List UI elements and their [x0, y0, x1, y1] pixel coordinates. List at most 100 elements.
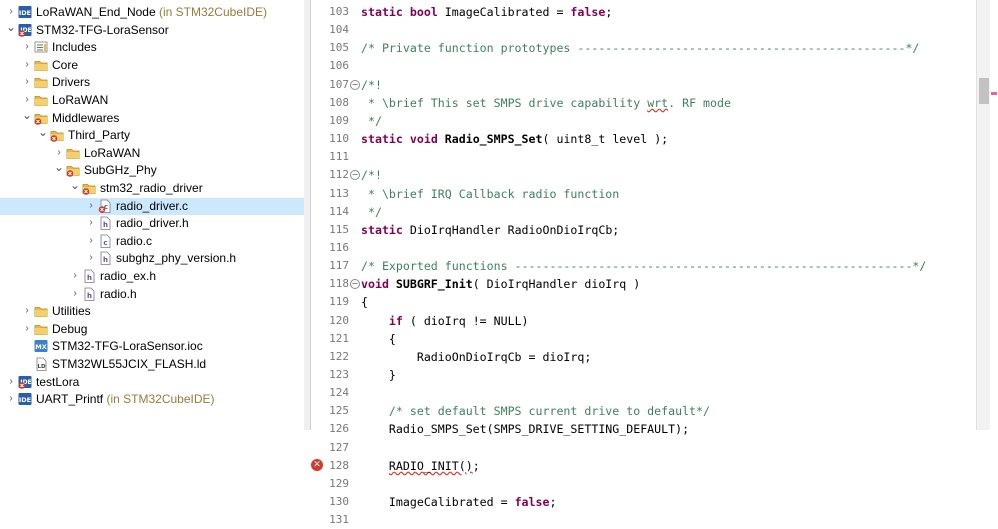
tree-item[interactable]: › Core — [0, 57, 304, 74]
code-token: . RF mode — [668, 95, 731, 110]
code-line[interactable]: static bool ImageCalibrated = false; — [361, 3, 612, 21]
tree-item[interactable]: › h radio_driver.h — [0, 215, 304, 232]
code-token: DioIrqHandler RadioOnDioIrqCb; — [409, 222, 620, 237]
c-file-icon: c — [98, 234, 112, 248]
tree-item[interactable]: › Includes — [0, 39, 304, 56]
code-line[interactable]: /*! — [361, 76, 382, 94]
svg-text:IDE: IDE — [19, 396, 31, 404]
chevron-down-icon[interactable]: ⌄ — [54, 161, 64, 173]
tree-item[interactable]: ⌄ Third_Party — [0, 126, 304, 144]
tree-item-label: STM32-TFG-LoraSensor — [36, 22, 169, 37]
tree-item[interactable]: ⌄ stm32_radio_driver — [0, 179, 304, 197]
chevron-right-icon[interactable]: › — [86, 200, 96, 212]
tree-item[interactable]: › LoRaWAN — [0, 145, 304, 162]
chevron-right-icon[interactable]: › — [54, 147, 64, 159]
tree-item[interactable]: › h subghz_phy_version.h — [0, 250, 304, 267]
chevron-right-icon[interactable]: › — [86, 252, 96, 264]
fold-toggle-icon[interactable]: − — [350, 170, 360, 181]
code-line[interactable]: */ — [361, 203, 382, 221]
code-line[interactable]: /* Private function prototypes ---------… — [361, 39, 919, 57]
code-line[interactable]: */ — [361, 112, 382, 130]
tree-item-label: Drivers — [52, 75, 90, 90]
tree-item[interactable]: › c radio_driver.c — [0, 197, 304, 215]
code-line[interactable]: { — [361, 293, 368, 311]
ide-project-error-icon: IDE — [18, 23, 32, 37]
code-line[interactable]: * \brief This set SMPS drive capability … — [361, 94, 731, 112]
tree-item[interactable]: › IDE LoRaWAN_End_Node (in STM32CubeIDE) — [0, 4, 304, 21]
code-token: */ — [361, 204, 382, 219]
gutter-line: 122 — [311, 348, 361, 366]
tree-item[interactable]: › IDE UART_Printf (in STM32CubeIDE) — [0, 391, 304, 408]
chevron-down-icon[interactable]: ⌄ — [70, 179, 80, 191]
svg-text:LD: LD — [37, 364, 46, 370]
chevron-right-icon[interactable]: › — [6, 376, 16, 388]
tree-item[interactable]: › LoRaWAN — [0, 92, 304, 109]
chevron-right-icon[interactable]: › — [70, 270, 80, 282]
code-line[interactable]: /* Exported functions ------------------… — [361, 257, 926, 275]
mx-config-icon: MX — [34, 339, 48, 353]
tree-item[interactable]: ⌄ Middlewares — [0, 109, 304, 127]
tree-item[interactable]: MX STM32-TFG-LoraSensor.ioc — [0, 338, 304, 355]
chevron-right-icon[interactable]: › — [22, 59, 32, 71]
tree-item[interactable]: LD STM32WL55JCIX_FLASH.ld — [0, 356, 304, 373]
fold-toggle-icon[interactable]: − — [350, 79, 360, 90]
chevron-right-icon[interactable]: › — [22, 76, 32, 88]
code-line[interactable]: static void Radio_SMPS_Set( uint8_t leve… — [361, 130, 668, 148]
tree-item-label: LoRaWAN — [84, 145, 141, 160]
tree-item-label: Middlewares — [52, 110, 120, 125]
chevron-right-icon[interactable]: › — [22, 41, 32, 53]
pane-divider[interactable] — [304, 0, 311, 430]
code-line[interactable]: /*! — [361, 166, 382, 184]
chevron-right-icon[interactable]: › — [86, 217, 96, 229]
tree-item[interactable]: ⌄ SubGHz_Phy — [0, 161, 304, 179]
code-line[interactable]: * \brief IRQ Callback radio function — [361, 185, 619, 203]
code-line[interactable]: void SUBGRF_Init( DioIrqHandler dioIrq ) — [361, 275, 640, 293]
fold-toggle-icon[interactable]: − — [350, 279, 360, 290]
chevron-down-icon[interactable]: ⌄ — [6, 21, 16, 33]
tree-item[interactable]: › Debug — [0, 321, 304, 338]
tree-item[interactable]: ⌄ IDE STM32-TFG-LoraSensor — [0, 21, 304, 39]
code-editor[interactable]: 103 104 105 106 107−108 109 110 111 112−113 114 11… — [311, 0, 976, 526]
chevron-down-icon[interactable]: ⌄ — [38, 126, 48, 138]
scrollbar-thumb[interactable] — [979, 78, 989, 104]
chevron-right-icon[interactable]: › — [22, 305, 32, 317]
chevron-right-icon[interactable]: › — [6, 393, 16, 405]
code-token: { — [361, 331, 396, 346]
error-icon[interactable]: ✕ — [311, 458, 323, 471]
editor-vertical-scrollbar[interactable] — [976, 0, 991, 430]
line-number: 105 — [329, 41, 349, 55]
tree-item-label: STM32-TFG-LoraSensor.ioc — [52, 339, 203, 354]
line-number: 107 — [329, 77, 349, 91]
code-line[interactable]: if ( dioIrq != NULL) — [361, 312, 529, 330]
code-line[interactable]: /* set default SMPS current drive to def… — [361, 402, 710, 420]
error-marker[interactable] — [991, 92, 997, 95]
chevron-right-icon[interactable]: › — [70, 288, 80, 300]
line-number: 103 — [329, 5, 349, 18]
chevron-right-icon[interactable]: › — [86, 235, 96, 247]
tree-item[interactable]: › Utilities — [0, 303, 304, 320]
project-explorer: › IDE LoRaWAN_End_Node (in STM32CubeIDE) ⌄ I… — [0, 0, 305, 430]
svg-text:MX: MX — [35, 343, 46, 351]
tree-item[interactable]: › h radio_ex.h — [0, 268, 304, 285]
tree-item[interactable]: › Drivers — [0, 74, 304, 91]
tree-item[interactable]: › IDE testLora — [0, 374, 304, 391]
code-token: ( uint8_t level ); — [542, 132, 669, 147]
ide-project-icon: IDE — [18, 392, 32, 406]
tree-item[interactable]: › h radio.h — [0, 286, 304, 303]
code-line[interactable]: } — [361, 366, 396, 384]
chevron-down-icon[interactable]: ⌄ — [22, 109, 32, 121]
chevron-right-icon[interactable]: › — [6, 6, 16, 18]
code-line[interactable]: Radio_SMPS_Set(SMPS_DRIVE_SETTING_DEFAUL… — [361, 420, 689, 438]
tree-item[interactable]: › c radio.c — [0, 233, 304, 250]
code-line[interactable]: ImageCalibrated = false; — [361, 493, 557, 511]
code-line[interactable]: RADIO_INIT(); — [361, 457, 480, 475]
code-line[interactable]: RadioOnDioIrqCb = dioIrq; — [361, 348, 592, 366]
tree-item-suffix: (in STM32CubeIDE) — [155, 5, 267, 19]
code-line[interactable]: { — [361, 330, 396, 348]
gutter-line: 121 — [311, 330, 361, 348]
code-line[interactable]: static DioIrqHandler RadioOnDioIrqCb; — [361, 221, 619, 239]
chevron-right-icon[interactable]: › — [22, 94, 32, 106]
gutter-line: ✕ 128 — [311, 457, 361, 475]
chevron-right-icon[interactable]: › — [22, 323, 32, 335]
